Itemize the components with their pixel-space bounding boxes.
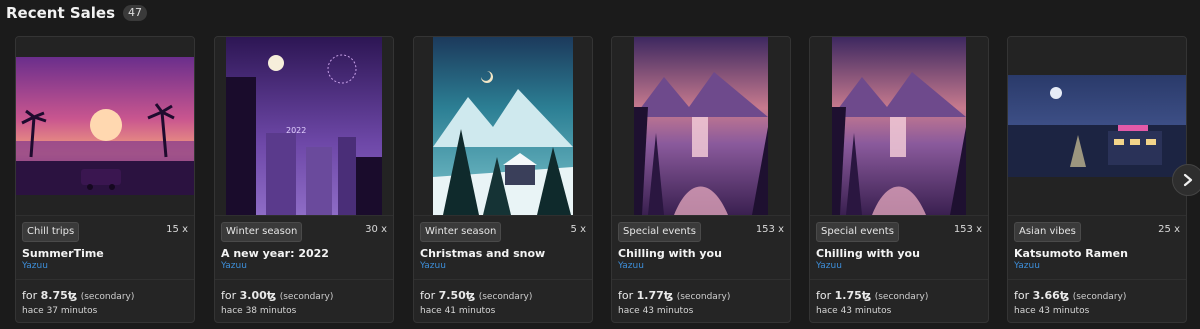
price-note: (secondary) — [1072, 292, 1127, 302]
artwork-frame: 2022 — [215, 37, 393, 215]
sale-price: for 8.75ꜩ (secondary) — [22, 289, 134, 302]
price-note: (secondary) — [478, 292, 533, 302]
sale-time: hace 41 minutos — [420, 306, 496, 316]
card-separator — [612, 215, 790, 216]
artwork-frame — [612, 37, 790, 215]
sale-card[interactable]: Special events 153 x Chilling with you Y… — [809, 36, 989, 323]
edition-quantity: 30 x — [365, 224, 387, 235]
artwork-frame — [414, 37, 592, 215]
sales-count-badge: 47 — [123, 5, 148, 21]
sale-card[interactable]: 2022 Winter season 30 x A new year: 2022… — [214, 36, 394, 323]
artwork-thumbnail[interactable]: 2022 — [226, 37, 382, 215]
collection-tag[interactable]: Chill trips — [22, 222, 80, 242]
edition-quantity: 153 x — [953, 224, 982, 235]
price-prefix: for — [1014, 289, 1030, 302]
card-divider — [215, 279, 393, 280]
artwork-frame — [1008, 37, 1186, 215]
price-prefix: for — [420, 289, 436, 302]
edition-quantity: 25 x — [1158, 224, 1180, 235]
price-prefix: for — [618, 289, 634, 302]
artist-link[interactable]: Yazuu — [420, 261, 446, 271]
artwork-title[interactable]: Chilling with you — [618, 247, 722, 260]
card-divider — [16, 279, 194, 280]
artwork-thumbnail[interactable] — [433, 37, 573, 215]
collection-tag[interactable]: Special events — [618, 222, 701, 242]
carousel-next-button[interactable] — [1172, 164, 1200, 196]
sale-time: hace 38 minutos — [221, 306, 297, 316]
artwork-frame — [810, 37, 988, 215]
sale-time: hace 43 minutos — [618, 306, 694, 316]
sale-price: for 3.66ꜩ (secondary) — [1014, 289, 1126, 302]
collection-tag[interactable]: Winter season — [221, 222, 303, 242]
artwork-thumbnail[interactable] — [832, 37, 966, 215]
price-note: (secondary) — [874, 292, 929, 302]
collection-tag[interactable]: Winter season — [420, 222, 502, 242]
sale-price: for 1.75ꜩ (secondary) — [816, 289, 928, 302]
artwork-title[interactable]: Chilling with you — [816, 247, 920, 260]
edition-quantity: 153 x — [755, 224, 784, 235]
card-divider — [612, 279, 790, 280]
sale-time: hace 43 minutos — [1014, 306, 1090, 316]
price-value: 7.50ꜩ — [438, 289, 476, 302]
price-prefix: for — [221, 289, 237, 302]
artwork-title[interactable]: Christmas and snow — [420, 247, 545, 260]
artwork-thumbnail[interactable] — [16, 57, 194, 195]
artist-link[interactable]: Yazuu — [618, 261, 644, 271]
collection-tag[interactable]: Asian vibes — [1014, 222, 1081, 242]
card-separator — [1008, 215, 1186, 216]
price-value: 1.77ꜩ — [636, 289, 674, 302]
artist-link[interactable]: Yazuu — [22, 261, 48, 271]
artwork-title[interactable]: Katsumoto Ramen — [1014, 247, 1128, 260]
price-prefix: for — [816, 289, 832, 302]
artist-link[interactable]: Yazuu — [221, 261, 247, 271]
price-value: 3.00ꜩ — [239, 289, 277, 302]
card-separator — [215, 215, 393, 216]
price-prefix: for — [22, 289, 38, 302]
sale-card[interactable]: Special events 153 x Chilling with you Y… — [611, 36, 791, 323]
card-divider — [414, 279, 592, 280]
edition-quantity: 5 x — [570, 224, 586, 235]
sale-price: for 1.77ꜩ (secondary) — [618, 289, 730, 302]
edition-quantity: 15 x — [166, 224, 188, 235]
artist-link[interactable]: Yazuu — [816, 261, 842, 271]
sale-card[interactable]: Winter season 5 x Christmas and snow Yaz… — [413, 36, 593, 323]
sale-price: for 3.00ꜩ (secondary) — [221, 289, 333, 302]
sale-card[interactable]: Asian vibes 25 x Katsumoto Ramen Yazuu f… — [1007, 36, 1187, 323]
price-note: (secondary) — [80, 292, 135, 302]
section-title: Recent Sales — [6, 4, 116, 22]
price-value: 1.75ꜩ — [834, 289, 872, 302]
sale-card[interactable]: Chill trips 15 x SummerTime Yazuu for 8.… — [15, 36, 195, 323]
sale-time: hace 43 minutos — [816, 306, 892, 316]
card-separator — [810, 215, 988, 216]
card-separator — [16, 215, 194, 216]
artwork-thumbnail[interactable] — [634, 37, 768, 215]
artwork-title[interactable]: A new year: 2022 — [221, 247, 329, 260]
price-note: (secondary) — [676, 292, 731, 302]
artwork-thumbnail[interactable] — [1008, 75, 1186, 177]
artwork-title[interactable]: SummerTime — [22, 247, 104, 260]
card-separator — [414, 215, 592, 216]
price-value: 3.66ꜩ — [1032, 289, 1070, 302]
artwork-year: 2022 — [286, 126, 306, 135]
price-note: (secondary) — [279, 292, 334, 302]
card-divider — [810, 279, 988, 280]
sale-time: hace 37 minutos — [22, 306, 98, 316]
card-divider — [1008, 279, 1186, 280]
collection-tag[interactable]: Special events — [816, 222, 899, 242]
artwork-frame — [16, 37, 194, 215]
artist-link[interactable]: Yazuu — [1014, 261, 1040, 271]
sale-price: for 7.50ꜩ (secondary) — [420, 289, 532, 302]
section-header: Recent Sales 47 — [6, 2, 148, 24]
chevron-right-icon — [1183, 173, 1193, 187]
recent-sales-carousel: Chill trips 15 x SummerTime Yazuu for 8.… — [15, 36, 1200, 325]
price-value: 8.75ꜩ — [40, 289, 78, 302]
